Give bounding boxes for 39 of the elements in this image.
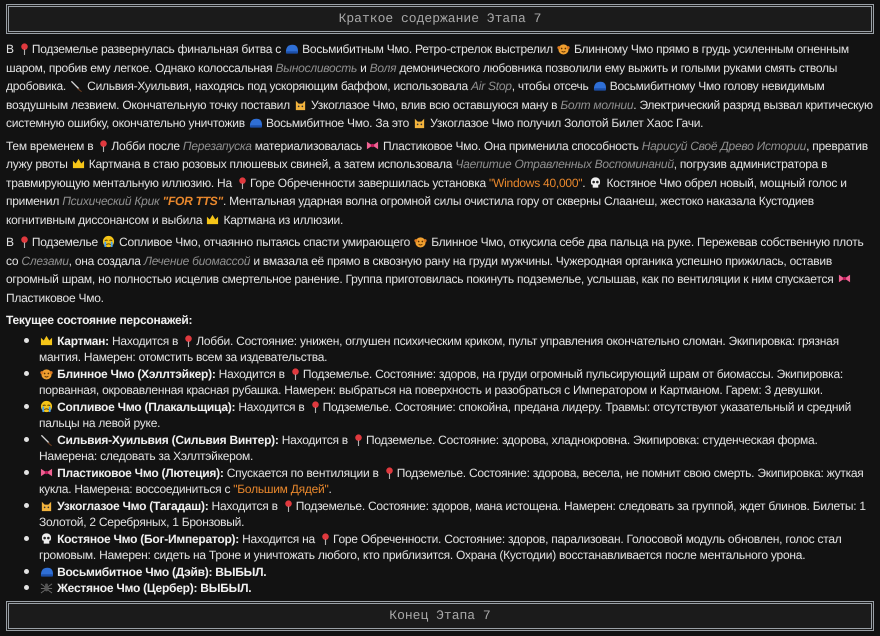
spider-icon xyxy=(40,581,53,594)
bullet xyxy=(24,502,29,508)
bow-icon xyxy=(838,272,851,285)
character-status: Сопливое Чмо (Плакальщица): Находится в Подземелье. Состояние: спокойна, предана лидеру. Травмы: отсутствуют указательный и средний пальцы на левой руке. xyxy=(39,398,852,432)
character-status: Картман: Находится в Лобби. Состояние: унижен, оглушен психическим криком, пульт управления окончательно сломан. Экипировка: грязная мантия. Намерен: отомстить всем за издевательства. xyxy=(39,332,840,366)
crown-icon xyxy=(72,157,85,170)
character-status: Узкоглазое Чмо (Тагадаш): Находится в Подземелье. Состояние: здоров, мана истощена. Намерен: следовать за группой, ждет блинов. Билеты: 1 Золотой, 2 Серебряных, 1 Бронзовый. xyxy=(39,498,867,530)
bullet xyxy=(24,536,29,540)
skull-icon xyxy=(40,532,53,544)
cap-icon xyxy=(592,79,606,92)
bullet xyxy=(24,404,29,408)
bullet xyxy=(24,338,29,342)
knife-icon xyxy=(70,79,84,92)
character-status: Сильвия-Хуильвия (Сильвия Винтер): Находится в Подземелье. Состояние: здорова, хладнокровна. Экипировка: студенческая форма. Намерена: следовать за Хэллтэйкером. xyxy=(39,432,819,464)
bullet xyxy=(24,436,29,442)
skull-icon xyxy=(589,176,602,188)
character-status: Костяное Чмо (Бог-Император): Находится на Горе Обреченности. Состояние: здоров, парализован. Голосовой модуль обновлен, голос стал громовым. Намерен: сидеть на Троне и уничтожать любого, кто приблизится. Охрана (Кустодии) восстанавливается после ментального урона. xyxy=(39,530,843,564)
crown-icon xyxy=(206,212,220,226)
character-status: Блинное Чмо (Хэллтэйкер): Находится в Подземелье. Состояние: здоров, на груди огромный пульсирующий шрам от биомассы. Экипировка: порванная, окровавленная красная рубашка. Намерен: выбраться на поверхность и разобраться с Императором и Картманом. Гарем: 3 девушки. xyxy=(39,366,844,398)
character-status: Жестяное Чмо (Цербер): ВЫБЫЛ. xyxy=(39,580,252,596)
bullet xyxy=(24,585,29,590)
cap-icon xyxy=(248,116,262,129)
crying-face-icon xyxy=(102,235,115,248)
bullet xyxy=(24,370,29,376)
character-status: Восьмибитное Чмо (Дэйв): ВЫБЫЛ. xyxy=(39,564,266,580)
paragraph: В Подземелье Сопливое Чмо, отчаянно пытаясь спасти умирающего Блинное Чмо, откусила себе два пальца на руке. Пережевав собственную плоть со Слезами, она создала Лечение биомассой и вмазала её прямо в сквозную рану на груди мужчины. Чужеродная органика успешно прижилась, оставив огромный шрам, но полностью исцелив смертельное ранение. Группа приготовилась покинуть подземелье, услышав, как по вентиляции к ним спускается Пластиковое Чмо. xyxy=(6,234,864,306)
character-status: Пластиковое Чмо (Лютеция): Спускается по вентиляции в Подземелье. Состояние: здорова, весела, не помнит свою смерть. Экипировка: жуткая кукла. Намерена: воссоединиться с "Большим Дядей". xyxy=(39,464,865,498)
knife-icon xyxy=(40,432,53,446)
bullet xyxy=(24,568,29,574)
cat-face-icon xyxy=(413,116,426,129)
paragraph: В Подземелье развернулась финальная битва с Восьмибитным Чмо. Ретро-стрелок выстрелил Блинному Чмо прямо в грудь усиленным огненным шаром, пробив ему легкое. Однако колоссальная Выносливость и Воля демонического любовника позволили ему выжить и голыми руками смять стволы дробовика. Сильвия-Хуильвия, находясь под ускоряющим баффом, использовала Air Stop, чтобы отсечь Восьмибитному Чмо голову невидимым воздушным лезвием. Окончательную точку поставил Узкоглазое Чмо, влив всю оставшуюся ману в Болт молнии. Электрический разряд вызвал критическую системную ошибку, окончательно уничтожив Восьмибитное Чмо. За это Узкоглазое Чмо получил Золотой Билет Хаос Гачи. xyxy=(6,41,874,132)
section-heading: Текущее состояние персонажей: xyxy=(6,312,194,329)
paragraph: Тем временем в Лобби после Перезапуска материализовалась Пластиковое Чмо. Она применила способность Нарисуй Своё Древо Истории, превратив лужу рвоты Картмана в стаю розовых плюшевых свиней, а затем использовала Чаепитие Отравленных Воспоминаний, погрузив администратора в травмирующую ментальную иллюзию. На Горе Обреченности завершилась установка "Windows 40,000". Костяное Чмо обрел новый, мощный голос и применил Психический Крик "FOR TTS". Ментальная ударная волна огромной силы очистила гору от скверны Слаанеш, жестоко наказала Кустодиев когнитивным диссонансом и выбила Картмана из иллюзии. xyxy=(6,138,869,228)
bullet xyxy=(24,470,29,474)
cap-icon xyxy=(285,42,298,55)
section-header: Краткое содержание Этапа 7 xyxy=(6,4,874,34)
crying-face-icon xyxy=(40,400,53,412)
section-footer: Конец Этапа 7 xyxy=(6,601,874,631)
crown-icon xyxy=(40,334,53,346)
